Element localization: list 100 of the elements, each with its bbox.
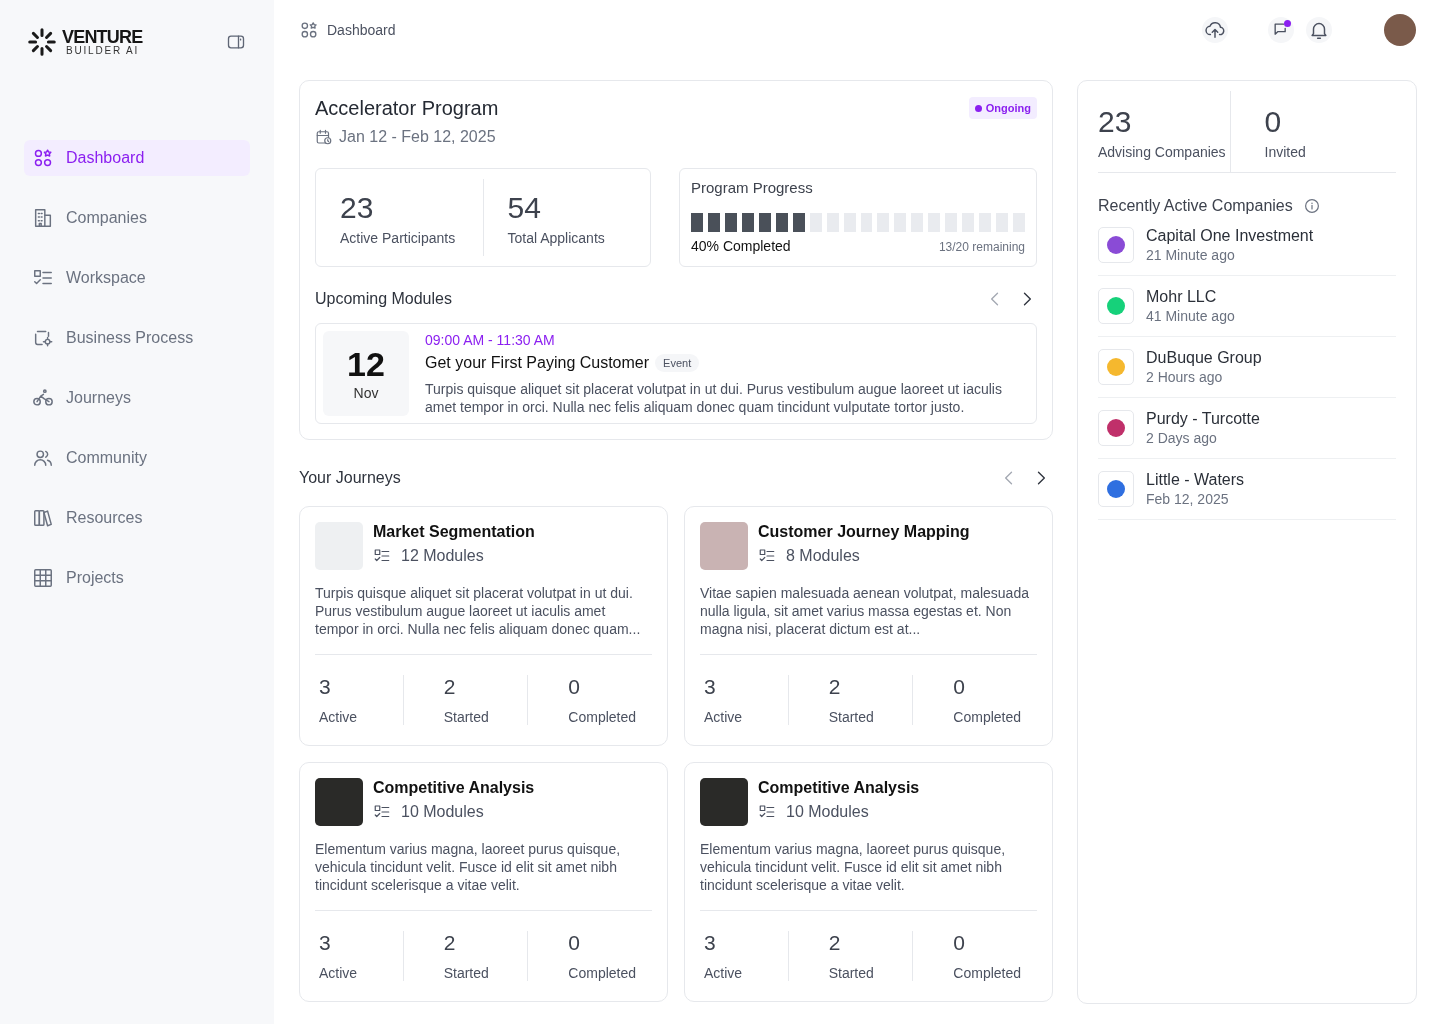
journey-title: Competitive Analysis: [758, 779, 920, 797]
calendar-icon: [315, 128, 333, 146]
stat-value: 0: [568, 931, 582, 955]
stat-value: 0: [568, 675, 582, 699]
nav-item[interactable]: Companies: [24, 200, 250, 236]
stat-value: 3: [704, 931, 717, 955]
stat-label: Active: [319, 709, 359, 725]
stat-value: 0: [953, 931, 967, 955]
stat-label: Started: [443, 965, 490, 981]
section-title: Upcoming Modules: [315, 290, 452, 308]
activity-time: 2 Days ago: [1146, 430, 1218, 446]
event-tag: Event: [655, 354, 700, 372]
journey-title: Competitive Analysis: [373, 779, 535, 797]
module-card[interactable]: [315, 323, 1037, 424]
progress-remaining: 13/20 remaining: [938, 240, 1025, 254]
stat-label: Active: [704, 709, 744, 725]
company-name: DuBuque Group: [1146, 349, 1262, 367]
stat-value: 3: [319, 931, 332, 955]
stat-value: 0: [953, 675, 967, 699]
stat-value: 2: [443, 931, 457, 955]
progress-completed: 40% Completed: [691, 238, 791, 254]
module-time: 09:00 AM - 11:30 AM: [425, 332, 556, 348]
company-row[interactable]: Mohr LLC 41 Minute ago: [1098, 276, 1396, 337]
journey-card[interactable]: Competitive Analysis 10 Modules Elementum varius magna, laoreet purus quisque, vehicula tincidunt velit. Fusce id elit sit amet nibh tincidunt scelerisque a vitae velit. 3 Active 2 Started 0 Completed: [684, 762, 1053, 1002]
journey-title: Market Segmentation: [373, 523, 535, 541]
nav-item[interactable]: Journeys: [24, 380, 250, 416]
breadcrumb[interactable]: Dashboard: [327, 22, 396, 38]
upload-button[interactable]: [1202, 17, 1228, 43]
journey-description: Elementum varius magna, laoreet purus quisque, vehicula tincidunt velit. Fusce id elit sit amet nibh tincidunt scelerisque a vitae velit.: [315, 840, 652, 911]
company-row[interactable]: DuBuque Group 2 Hours ago: [1098, 337, 1396, 398]
date-day: 12: [347, 346, 385, 381]
stat-label: Active: [704, 965, 744, 981]
module-title: Get your First Paying Customer: [425, 354, 650, 372]
journey-description: Elementum varius magna, laoreet purus quisque, vehicula tincidunt velit. Fusce id elit sit amet nibh tincidunt scelerisque a vitae velit.: [700, 840, 1037, 911]
company-row[interactable]: Capital One Investment 21 Minute ago: [1098, 215, 1396, 276]
cloud-upload-icon: [1204, 19, 1226, 41]
photo-placeholder: [700, 778, 748, 826]
program-title: Accelerator Program: [315, 97, 499, 120]
program-dates: Jan 12 - Feb 12, 2025: [339, 128, 496, 146]
grid-icon: [32, 567, 54, 589]
module-count: 10 Modules: [786, 803, 869, 821]
stat-label: Started: [828, 709, 875, 725]
journey-description: Vitae sapien malesuada aenean volutpat, malesuada nulla ligula, sit amet varius massa egestas et. Non magna nisi, placerat dictum est at...: [700, 584, 1037, 655]
stat-label: Invited: [1264, 144, 1307, 160]
journey-card[interactable]: [684, 506, 1053, 746]
avatar[interactable]: [1384, 14, 1416, 46]
activity-time: 21 Minute ago: [1146, 247, 1236, 263]
activity-time: 41 Minute ago: [1146, 308, 1235, 324]
module-description: Turpis quisque aliquet sit placerat volutpat in ut dui. Purus vestibulum augue laoreet ut iaculis amet tempor in orci. Nulla nec felis aliquam donec quam tincidunt vulputate tortor justo.: [425, 380, 1003, 416]
stat-label: Completed: [568, 709, 638, 725]
status-badge: Ongoing: [968, 97, 1037, 119]
info-icon: [1302, 197, 1321, 215]
nav-item[interactable]: Dashboard: [24, 140, 250, 176]
stat-label: Active: [319, 965, 359, 981]
stat-value: 23: [1098, 105, 1133, 138]
stat-label: Started: [828, 965, 875, 981]
building-icon: [32, 207, 54, 229]
progress-title: Program Progress: [691, 179, 814, 196]
module-count: 12 Modules: [401, 547, 484, 565]
company-row[interactable]: Little - Waters Feb 12, 2025: [1098, 459, 1396, 520]
stat-label: Total Applicants: [507, 230, 606, 246]
journey-card[interactable]: [299, 506, 668, 746]
users-icon: [32, 447, 54, 469]
nav-item[interactable]: Business Process: [24, 320, 250, 356]
logo-name: VENTURE: [62, 28, 143, 46]
dashboard-icon: [299, 20, 319, 40]
nav-item[interactable]: Workspace: [24, 260, 250, 296]
stat-value: 0: [1264, 105, 1283, 138]
journey-title: Customer Journey Mapping: [758, 523, 970, 541]
photo-placeholder: [700, 522, 748, 570]
stat-value: 23: [340, 191, 375, 224]
company-row[interactable]: Purdy - Turcotte 2 Days ago: [1098, 398, 1396, 459]
activity-time: Feb 12, 2025: [1146, 491, 1230, 507]
stat-value: 2: [828, 931, 842, 955]
nav-item[interactable]: Community: [24, 440, 250, 476]
bicycle-icon: [32, 387, 54, 409]
stat-label: Completed: [953, 965, 1023, 981]
nav-item[interactable]: Resources: [24, 500, 250, 536]
company-name: Mohr LLC: [1146, 288, 1218, 306]
company-name: Purdy - Turcotte: [1146, 410, 1260, 428]
nav-item[interactable]: Projects: [24, 560, 250, 596]
messages-button[interactable]: [1268, 17, 1294, 43]
notifications-button[interactable]: [1306, 17, 1332, 43]
section-title: Your Journeys: [299, 469, 401, 487]
stat-value: 54: [507, 191, 542, 224]
photo-placeholder: [315, 778, 363, 826]
logo-icon: [28, 28, 56, 56]
module-count: 10 Modules: [401, 803, 484, 821]
stat-value: 2: [443, 675, 457, 699]
stat-value: 2: [828, 675, 842, 699]
company-name: Little - Waters: [1146, 471, 1245, 489]
journey-card[interactable]: Competitive Analysis 10 Modules Elementum varius magna, laoreet purus quisque, vehicula tincidunt velit. Fusce id elit sit amet nibh tincidunt scelerisque a vitae velit. 3 Active 2 Started 0 Completed: [299, 762, 668, 1002]
stat-label: Active Participants: [340, 230, 457, 246]
stat-label: Started: [443, 709, 490, 725]
company-name: Capital One Investment: [1146, 227, 1314, 245]
stat-value: 3: [319, 675, 332, 699]
stat-label: Advising Companies: [1098, 144, 1227, 160]
journey-description: Turpis quisque aliquet sit placerat volutpat in ut dui. Purus vestibulum augue laoreet ut iaculis amet tempor in orci. Nulla nec felis aliquam donec quam...: [315, 584, 652, 655]
books-icon: [32, 507, 54, 529]
dashboard-icon: [32, 147, 54, 169]
